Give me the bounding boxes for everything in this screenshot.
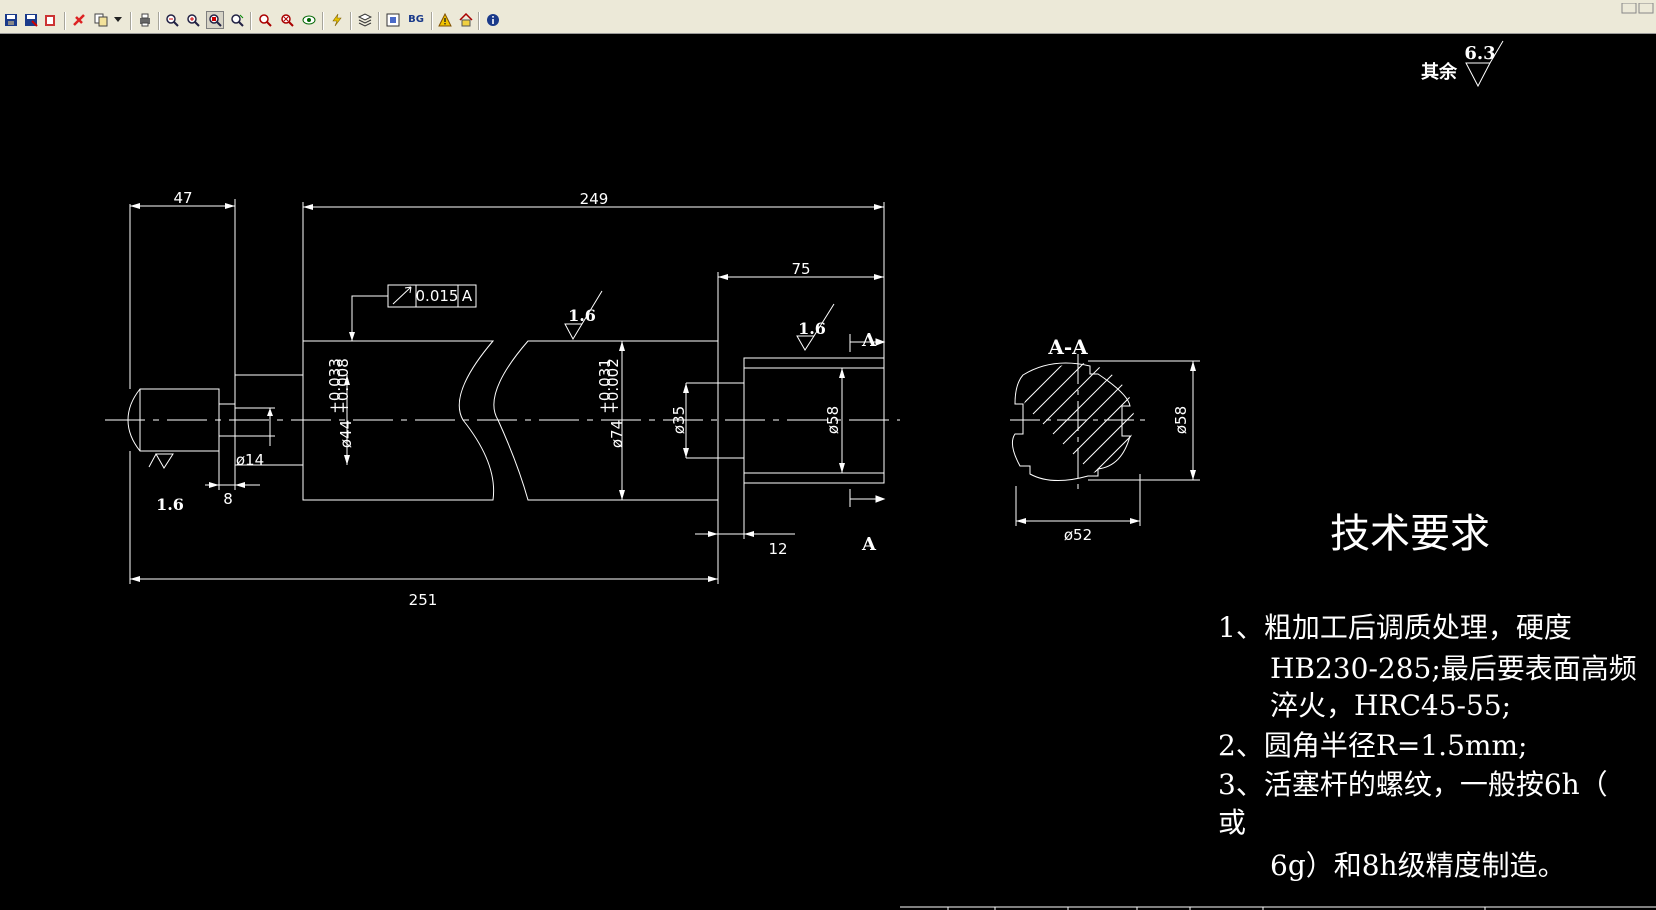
roughness-1-6-top: 1.6 [568,306,596,325]
toolbar-separator [64,12,66,30]
dim-phi44: ø44 [337,420,355,448]
bg-label: BG [408,14,424,25]
toolbar-separator [130,12,132,30]
roughness-symbol-left [148,453,174,469]
tech-line-4: 2、圆角半径R=1.5mm; [1218,729,1527,762]
toolbar-separator [431,12,433,30]
tolerance-value: 0.015 [416,287,459,305]
zoom-pan-icon[interactable] [228,11,246,29]
dim-phi52: ø52 [1064,526,1092,544]
dim-75: 75 [791,260,810,278]
dropdown-icon[interactable] [112,11,124,29]
layers-icon[interactable] [356,11,374,29]
home-icon[interactable] [457,11,475,29]
tol-74-lower: +0.002 [604,358,622,414]
toolbar: BG [0,2,1656,34]
lightning-icon[interactable] [328,11,346,29]
zoom-previous-icon[interactable] [278,11,296,29]
toolbar-separator [378,12,380,30]
save-as-icon[interactable] [22,11,40,29]
dim-249: 249 [580,190,609,208]
tech-line-3: 淬火，HRC45-55; [1270,689,1511,722]
print-icon[interactable] [136,11,154,29]
tech-line-5: 3、活塞杆的螺纹，一般按6h（ [1218,768,1608,801]
warning-icon[interactable] [436,11,454,29]
zoom-out-icon[interactable] [163,11,181,29]
open-icon[interactable] [42,11,60,29]
tech-line-2: HB230-285;最后要表面高频 [1270,652,1637,685]
toolbar-separator [250,12,252,30]
window-controls[interactable] [1620,0,1656,14]
roughness-general-value: 6.3 [1464,43,1495,64]
roughness-1-6-left: 1.6 [156,495,184,514]
dim-47: 47 [173,189,192,207]
save-icon[interactable] [2,11,20,29]
eye-icon[interactable] [300,11,318,29]
tech-line-1: 1、粗加工后调质处理，硬度 [1218,611,1572,644]
zoom-all-icon[interactable] [256,11,274,29]
section-marker-top: A [861,330,877,351]
tol-44-lower: +0.008 [334,358,352,414]
zoom-in-icon[interactable] [184,11,202,29]
toolbar-separator [158,12,160,30]
frame-icon[interactable] [384,11,402,29]
dim-phi58: ø58 [824,406,842,434]
zoom-window-icon[interactable] [206,11,224,29]
toolbar-separator [478,12,480,30]
dim-251: 251 [409,591,438,609]
dim-phi14: ø14 [236,451,264,469]
dimension-arrows [130,203,884,582]
tech-line-6: 或 [1218,806,1246,839]
dim-phi58-section: ø58 [1172,406,1190,434]
section-marker-bottom: A [861,534,877,555]
tech-requirements-title: 技术要求 [1330,511,1490,557]
roughness-general-prefix: 其余 [1421,61,1458,83]
dim-phi74: ø74 [608,420,626,448]
dimension-lines [129,199,885,584]
copy-icon[interactable] [92,11,110,29]
dim-12: 12 [768,540,787,558]
roughness-1-6-right: 1.6 [798,319,826,338]
info-icon[interactable] [484,11,502,29]
menu-bar [0,0,1656,8]
background-icon[interactable]: BG [405,11,427,29]
drawing-canvas[interactable]: 47 249 75 12 251 8 ø14 ø44 +0.033 +0.008… [0,34,1656,910]
tech-line-7: 6g）和8h级精度制造。 [1270,849,1566,882]
dim-phi35: ø35 [670,406,688,434]
tools-icon[interactable] [70,11,88,29]
toolbar-separator [350,12,352,30]
dim-8: 8 [223,490,233,508]
toolbar-separator [322,12,324,30]
section-title: A-A [1047,335,1088,359]
tolerance-datum: A [462,287,473,305]
